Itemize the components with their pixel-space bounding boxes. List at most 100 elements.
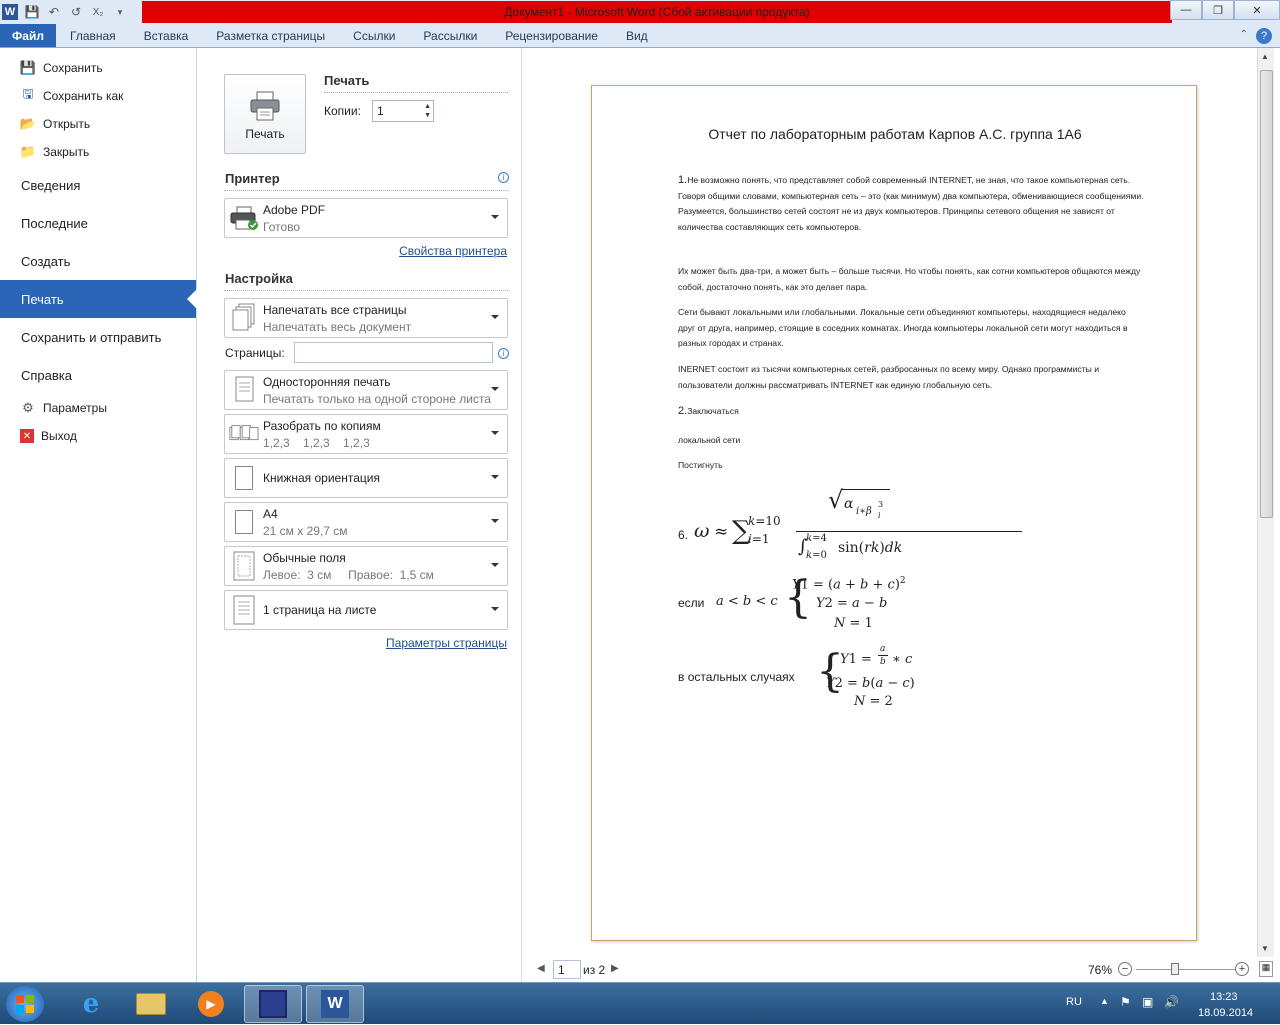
internet-explorer-icon: e <box>82 989 100 1019</box>
divider <box>224 190 508 191</box>
taskbar-ie[interactable]: e <box>62 985 120 1023</box>
preview-navigation: ◀ 1 из 2 ▶ 76% − + ▦ <box>523 957 1280 982</box>
stepper-arrows[interactable]: ▲ ▼ <box>424 102 431 120</box>
all-pages-icon <box>229 303 259 333</box>
document-paragraph: Постигнуть <box>678 460 723 470</box>
paper-size-icon <box>229 510 259 534</box>
pages-label: Страницы: <box>225 346 285 360</box>
scroll-up-icon[interactable]: ▲ <box>1261 52 1269 61</box>
windows-logo-icon <box>16 995 34 1013</box>
open-folder-icon: 📂 <box>19 116 37 131</box>
collate-icon <box>229 422 259 446</box>
network-icon[interactable]: ▣ <box>1142 995 1153 1009</box>
customize-qat-icon[interactable]: ▾ <box>112 4 128 20</box>
zoom-slider-knob[interactable] <box>1171 963 1179 975</box>
settings-section-title: Настройка <box>225 271 293 286</box>
minimize-button[interactable]: — <box>1170 0 1202 20</box>
formula-condition-1: если a < b < c { Y1 = (a + b + c)2 Y2 = … <box>678 572 906 631</box>
menu-item-new[interactable]: Создать <box>0 242 196 280</box>
tab-file[interactable]: Файл <box>0 24 56 47</box>
taskbar-media-player[interactable]: ▶ <box>182 985 240 1023</box>
redo-icon[interactable]: ↺ <box>68 4 84 20</box>
menu-item-open[interactable]: 📂 Открыть <box>0 110 196 138</box>
volume-icon[interactable]: 🔊 <box>1164 995 1179 1009</box>
minimize-ribbon-icon[interactable]: ⌃ <box>1240 29 1248 40</box>
info-icon[interactable]: i <box>498 172 509 183</box>
duplex-select[interactable]: Односторонняя печать Печатать только на о… <box>224 370 508 410</box>
restore-button[interactable]: ❐ <box>1202 0 1234 20</box>
subscript-icon[interactable]: X₂ <box>90 4 106 20</box>
tab-page-layout[interactable]: Разметка страницы <box>202 24 339 47</box>
clock-time[interactable]: 13:23 <box>1210 991 1238 1003</box>
close-button[interactable]: ✕ <box>1234 0 1280 20</box>
chevron-down-icon <box>491 215 499 219</box>
start-button[interactable] <box>6 986 44 1022</box>
tab-references[interactable]: Ссылки <box>339 24 409 47</box>
printer-properties-link[interactable]: Свойства принтера <box>399 244 507 258</box>
menu-item-options[interactable]: ⚙ Параметры <box>0 394 196 422</box>
menu-item-save[interactable]: 💾 Сохранить <box>0 54 196 82</box>
show-hidden-icons[interactable]: ▲ <box>1100 996 1109 1006</box>
save-icon[interactable]: 💾 <box>24 4 40 20</box>
tab-home[interactable]: Главная <box>56 24 130 47</box>
help-icon[interactable]: ? <box>1256 28 1272 44</box>
taskbar-save-app[interactable] <box>244 985 302 1023</box>
taskbar-explorer[interactable] <box>122 985 180 1023</box>
page-number-input[interactable]: 1 <box>553 960 581 979</box>
zoom-level[interactable]: 76% <box>1088 963 1112 977</box>
pages-per-sheet-select[interactable]: 1 страница на листе <box>224 590 508 630</box>
chevron-down-icon <box>491 431 499 435</box>
exit-icon: ✕ <box>20 429 34 443</box>
menu-item-print[interactable]: Печать <box>0 280 197 318</box>
margins-select[interactable]: Обычные поля Левое: 3 см Правое: 1,5 см <box>224 546 508 586</box>
tab-review[interactable]: Рецензирование <box>491 24 612 47</box>
printer-select[interactable]: Adobe PDF Готово <box>224 198 508 238</box>
info-icon[interactable]: i <box>498 348 509 359</box>
word-icon: W <box>321 990 349 1018</box>
menu-item-help[interactable]: Справка <box>0 356 196 394</box>
language-indicator[interactable]: RU <box>1066 996 1082 1008</box>
zoom-out-icon[interactable]: − <box>1118 962 1132 976</box>
zoom-slider[interactable] <box>1136 969 1236 970</box>
chevron-down-icon <box>491 563 499 567</box>
tab-view[interactable]: Вид <box>612 24 662 47</box>
pages-input[interactable] <box>294 342 493 363</box>
paper-size-select[interactable]: A4 21 см x 29,7 см <box>224 502 508 542</box>
vertical-scrollbar[interactable]: ▲ ▼ <box>1257 48 1274 957</box>
divider <box>324 92 508 93</box>
formula-omega: 6. ω ≈ ∑ k=10 i=1 √ α i∗β 3 i ∫ k=4 k=0 … <box>678 486 1022 566</box>
menu-item-close[interactable]: 📁 Закрыть <box>0 138 196 166</box>
zoom-to-page-icon[interactable]: ▦ <box>1259 961 1273 977</box>
orientation-select[interactable]: Книжная ориентация <box>224 458 508 498</box>
window-controls: — ❐ ✕ <box>1170 0 1280 20</box>
folder-icon <box>136 993 166 1015</box>
title-bar: W 💾 ↶ ↺ X₂ ▾ Документ1 - Microsoft Word … <box>0 0 1280 24</box>
undo-icon[interactable]: ↶ <box>46 4 62 20</box>
ribbon-tabs: Файл Главная Вставка Разметка страницы С… <box>0 24 1280 48</box>
tab-mailings[interactable]: Рассылки <box>409 24 491 47</box>
menu-item-save-as[interactable]: 🖫 Сохранить как <box>0 82 196 110</box>
zoom-in-icon[interactable]: + <box>1235 962 1249 976</box>
scroll-down-icon[interactable]: ▼ <box>1261 944 1269 953</box>
tab-insert[interactable]: Вставка <box>130 24 203 47</box>
print-button[interactable]: Печать <box>224 74 306 154</box>
page-setup-link[interactable]: Параметры страницы <box>386 636 507 650</box>
clock-date[interactable]: 18.09.2014 <box>1198 1007 1253 1019</box>
next-page-icon[interactable]: ▶ <box>611 963 619 974</box>
menu-item-info[interactable]: Сведения <box>0 166 196 204</box>
previous-page-icon[interactable]: ◀ <box>537 963 545 974</box>
pages-per-sheet-icon <box>229 595 259 625</box>
chevron-down-icon <box>491 475 499 479</box>
menu-item-save-send[interactable]: Сохранить и отправить <box>0 318 196 356</box>
menu-item-recent[interactable]: Последние <box>0 204 196 242</box>
menu-item-exit[interactable]: ✕ Выход <box>0 422 196 450</box>
scrollbar-thumb[interactable] <box>1260 70 1273 518</box>
word-app-icon[interactable]: W <box>2 4 18 20</box>
print-range-select[interactable]: Напечатать все страницы Напечатать весь д… <box>224 298 508 338</box>
taskbar-word[interactable]: W <box>306 985 364 1023</box>
chevron-down-icon <box>491 607 499 611</box>
copies-stepper[interactable]: 1 ▲ ▼ <box>372 100 434 122</box>
collate-select[interactable]: Разобрать по копиям 1,2,3 1,2,3 1,2,3 <box>224 414 508 454</box>
action-center-icon[interactable]: ⚑ <box>1120 995 1131 1009</box>
taskbar: e ▶ W RU ▲ ⚑ ▣ 🔊 13:23 18.09.2014 <box>0 982 1280 1024</box>
